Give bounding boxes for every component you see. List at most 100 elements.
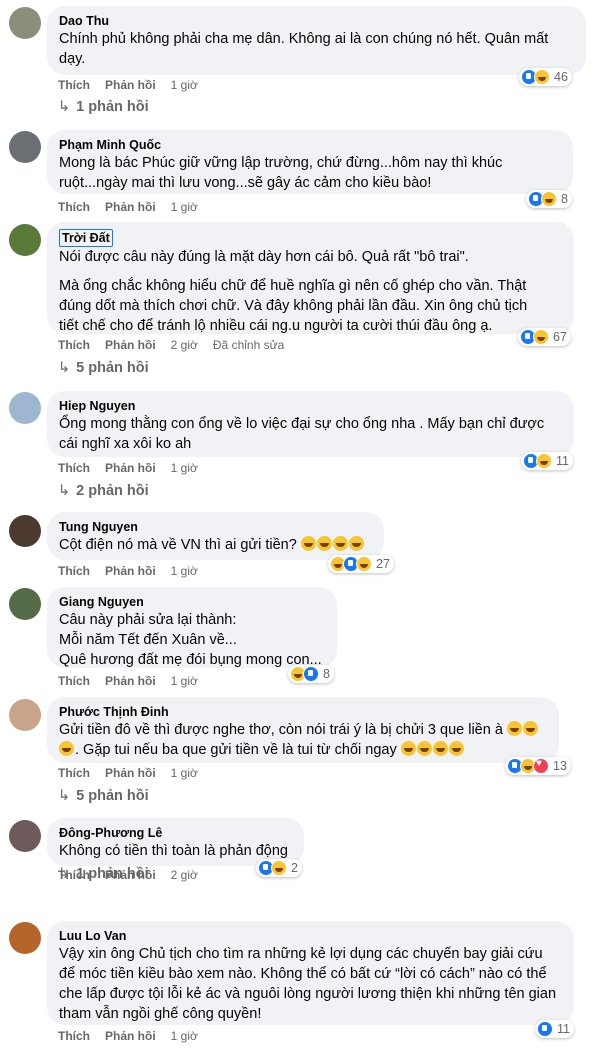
comment-timestamp[interactable]: 2 giờ — [171, 868, 198, 882]
reaction-summary[interactable]: 11 — [521, 452, 573, 470]
comment-author[interactable]: Dao Thu — [59, 13, 574, 29]
reaction-count: 8 — [323, 667, 330, 681]
avatar[interactable] — [9, 820, 41, 852]
comment-author[interactable]: Hiep Nguyen — [59, 398, 562, 414]
comment-author[interactable]: Phước Thịnh Đinh — [59, 704, 547, 720]
comment-actions: Thích Phản hồi 2 giờ Đã chỉnh sửa — [58, 338, 299, 352]
reaction-count: 67 — [553, 330, 567, 344]
avatar[interactable] — [9, 699, 41, 731]
comment-text-line: Mỗi năm Tết đến Xuân về... — [59, 632, 237, 648]
comment-timestamp[interactable]: 1 giờ — [171, 1029, 198, 1043]
avatar[interactable] — [9, 922, 41, 954]
haha-reaction-icon — [271, 860, 287, 876]
avatar[interactable] — [9, 224, 41, 256]
edited-label[interactable]: Đã chỉnh sửa — [213, 338, 284, 352]
view-replies-link[interactable]: ↳ 5 phản hồi — [58, 788, 149, 804]
avatar[interactable] — [9, 515, 41, 547]
like-button[interactable]: Thích — [58, 200, 90, 214]
comment-text-line: để móc tiền kiều bào xem nào. Không thể … — [59, 966, 547, 982]
reaction-summary[interactable]: 2 — [256, 859, 302, 877]
comment-text-line: tham vẫn ngồi ghế công quyền! — [59, 1006, 262, 1022]
reaction-summary[interactable]: 13 — [505, 757, 571, 775]
comment-text-line: cái nghĩ xa xôi ko ah — [59, 436, 192, 452]
laughing-emoji-icon — [522, 721, 538, 736]
avatar[interactable] — [9, 131, 41, 163]
comment-timestamp[interactable]: 2 giờ — [171, 338, 198, 352]
laughing-emoji-icon — [400, 741, 416, 756]
comment-actions: Thích Phản hồi 1 giờ — [58, 674, 213, 688]
view-replies-link[interactable]: ↳ 1 phản hồi — [58, 99, 149, 115]
comment-bubble: Dao Thu Chính phủ không phải cha mẹ dân.… — [47, 6, 586, 75]
reaction-summary[interactable]: 27 — [328, 555, 394, 573]
reply-button[interactable]: Phản hồi — [105, 674, 156, 688]
like-button[interactable]: Thích — [58, 78, 90, 92]
reaction-summary[interactable]: 67 — [518, 328, 571, 346]
reply-arrow-icon: ↳ — [58, 360, 71, 376]
comment-timestamp[interactable]: 1 giờ — [171, 200, 198, 214]
reply-button[interactable]: Phản hồi — [105, 564, 156, 578]
comment-text-line: ruột...ngày mai thì lưu vong...sẽ gây ác… — [59, 175, 432, 191]
comment-timestamp[interactable]: 1 giờ — [171, 674, 198, 688]
avatar[interactable] — [9, 7, 41, 39]
comment-text-line: Quê hương đất mẹ đói bụng mong con... — [59, 652, 322, 668]
replies-count: 5 phản hồi — [76, 360, 149, 376]
laughing-emoji-icon — [316, 536, 332, 551]
comment-text-line: dạy. — [59, 51, 86, 67]
comment-timestamp[interactable]: 1 giờ — [171, 766, 198, 780]
avatar[interactable] — [9, 392, 41, 424]
haha-reaction-icon — [541, 191, 557, 207]
replies-count: 1 phản hồi — [76, 866, 149, 882]
laughing-emoji-icon — [448, 741, 464, 756]
reaction-count: 8 — [561, 192, 568, 206]
comment-timestamp[interactable]: 1 giờ — [171, 564, 198, 578]
comment-author[interactable]: Phạm Minh Quốc — [59, 137, 561, 153]
reply-button[interactable]: Phản hồi — [105, 766, 156, 780]
comment-timestamp[interactable]: 1 giờ — [171, 78, 198, 92]
like-button[interactable]: Thích — [58, 564, 90, 578]
comment-text-paragraph: Nói được câu này đúng là mặt dày hơn cái… — [59, 249, 469, 265]
reaction-summary[interactable]: 46 — [519, 68, 572, 86]
reaction-count: 13 — [553, 759, 567, 773]
like-button[interactable]: Thích — [58, 338, 90, 352]
replies-count: 5 phản hồi — [76, 788, 149, 804]
avatar[interactable] — [9, 588, 41, 620]
comment-timestamp[interactable]: 1 giờ — [171, 461, 198, 475]
view-replies-link[interactable]: ↳ 1 phản hồi — [58, 866, 149, 882]
reaction-summary[interactable]: 8 — [526, 190, 572, 208]
comment-bubble: Phước Thịnh Đinh Gửi tiền đô về thì được… — [47, 697, 559, 763]
laughing-emoji-icon — [506, 721, 522, 736]
reaction-count: 27 — [376, 557, 390, 571]
like-reaction-icon — [537, 1021, 553, 1037]
haha-reaction-icon — [533, 329, 549, 345]
reaction-summary[interactable]: 8 — [288, 665, 334, 683]
comment-text-line: Vậy xin ông Chủ tịch cho tìm ra những kẻ… — [59, 946, 543, 962]
reaction-count: 2 — [291, 861, 298, 875]
comment-bubble: Giang Nguyen Câu này phải sửa lại thành:… — [47, 587, 337, 668]
comment-text-line: Cột điện nó mà về VN thì ai gửi tiền? — [59, 537, 297, 553]
comment-author[interactable]: Giang Nguyen — [59, 594, 325, 610]
comment-actions: Thích Phản hồi 1 giờ — [58, 78, 213, 92]
haha-reaction-icon — [356, 556, 372, 572]
laughing-emoji-icon — [332, 536, 348, 551]
comment-author[interactable]: Trời Đất — [59, 229, 113, 247]
reply-button[interactable]: Phản hồi — [105, 1029, 156, 1043]
comment-author[interactable]: Đông-Phương Lê — [59, 825, 292, 841]
reply-button[interactable]: Phản hồi — [105, 338, 156, 352]
comment-author[interactable]: Luu Lo Van — [59, 928, 562, 944]
laughing-emoji-icon — [59, 741, 74, 756]
reply-button[interactable]: Phản hồi — [105, 200, 156, 214]
reaction-summary[interactable]: 11 — [535, 1020, 574, 1038]
haha-reaction-icon — [534, 69, 550, 85]
view-replies-link[interactable]: ↳ 5 phản hồi — [58, 360, 149, 376]
like-button[interactable]: Thích — [58, 674, 90, 688]
like-button[interactable]: Thích — [58, 461, 90, 475]
reply-button[interactable]: Phản hồi — [105, 78, 156, 92]
comment-bubble: Phạm Minh Quốc Mong là bác Phúc giữ vững… — [47, 130, 573, 194]
reply-button[interactable]: Phản hồi — [105, 461, 156, 475]
comment-author[interactable]: Tung Nguyen — [59, 519, 372, 535]
comment-text-line: Gửi tiền đô về thì được nghe thơ, còn nó… — [59, 722, 503, 738]
view-replies-link[interactable]: ↳ 2 phản hồi — [58, 483, 149, 499]
love-reaction-icon — [533, 758, 549, 774]
like-button[interactable]: Thích — [58, 1029, 90, 1043]
like-button[interactable]: Thích — [58, 766, 90, 780]
